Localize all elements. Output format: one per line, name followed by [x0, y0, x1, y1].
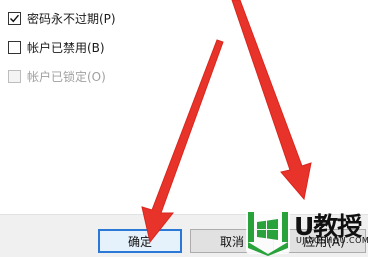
- watermark-url: UJIAOSHOU.COM: [296, 236, 368, 245]
- password-never-expires-checkbox[interactable]: [8, 11, 21, 25]
- arrow-to-apply-button: [231, 0, 312, 201]
- arrow-to-ok-button: [141, 39, 224, 244]
- ok-button[interactable]: 确定: [98, 229, 182, 253]
- account-disabled-label: 帐户已禁用(B): [27, 40, 105, 55]
- password-never-expires-label: 密码永不过期(P): [27, 11, 116, 26]
- account-locked-checkbox: [8, 69, 21, 83]
- account-locked-label: 帐户已锁定(O): [27, 69, 106, 84]
- account-disabled-option[interactable]: 帐户已禁用(B): [8, 39, 105, 55]
- checkmark-icon: [10, 14, 20, 22]
- account-locked-option: 帐户已锁定(O): [8, 68, 106, 84]
- account-disabled-checkbox[interactable]: [8, 40, 21, 54]
- cancel-button-label: 取消: [219, 234, 244, 249]
- ok-button-label: 确定: [127, 234, 152, 249]
- password-never-expires-option[interactable]: 密码永不过期(P): [8, 10, 116, 26]
